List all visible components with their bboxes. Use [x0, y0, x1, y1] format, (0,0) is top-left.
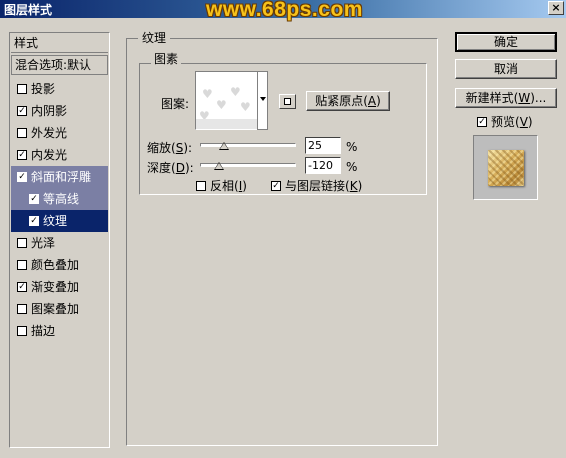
depth-label-text: 深度: [147, 161, 172, 175]
title-bar: 图层样式 www.68ps.com ×: [0, 0, 566, 21]
snap-to-origin-button[interactable]: 贴紧原点(A): [306, 91, 390, 111]
blending-options-item[interactable]: 混合选项:默认: [11, 55, 108, 75]
snap-button-label: 贴紧原点: [315, 94, 364, 108]
new-pattern-preset-button[interactable]: [279, 94, 296, 109]
pattern-picker-dropdown[interactable]: [257, 71, 268, 130]
scale-label-text: 缩放: [147, 141, 172, 155]
scale-percent-sign: %: [346, 140, 358, 154]
styles-list: 样式 混合选项:默认 投影 ✓ 内阴影外发光 ✓ 内发光 ✓ 斜面和浮雕 ✓ 等高线 ✓ 纹理光泽颜…: [9, 32, 110, 448]
chevron-down-icon: [260, 97, 266, 101]
preview-checkbox[interactable]: ✓ 预览(V): [477, 113, 533, 130]
scale-label: 缩放(S):: [147, 141, 193, 155]
style-item-checkbox[interactable]: [17, 237, 27, 248]
style-item-label: 内发光: [31, 148, 68, 162]
style-item-label: 图案叠加: [31, 302, 80, 316]
style-item-label: 纹理: [43, 214, 68, 228]
style-item[interactable]: ✓ 内发光: [11, 144, 108, 166]
heart-pattern-icon: ♥: [216, 98, 227, 112]
heart-pattern-icon: ♥: [240, 100, 251, 114]
preview-checkbox-box[interactable]: ✓: [477, 116, 487, 127]
preview-label: 预览: [491, 115, 516, 129]
pattern-label: 图案:: [161, 97, 190, 111]
depth-label: 深度(D):: [147, 161, 194, 175]
style-item-checkbox[interactable]: [17, 127, 27, 138]
style-item[interactable]: 颜色叠加: [11, 254, 108, 276]
new-page-icon: [284, 98, 291, 105]
window-title: 图层样式: [4, 3, 53, 17]
scale-input[interactable]: 25: [305, 137, 341, 154]
link-key: K: [349, 179, 358, 193]
depth-label-key: D: [175, 161, 185, 175]
style-item[interactable]: ✓ 内阴影: [11, 100, 108, 122]
style-item-label: 描边: [31, 324, 56, 338]
style-item-label: 渐变叠加: [31, 280, 80, 294]
style-item[interactable]: 图案叠加: [11, 298, 108, 320]
pattern-swatch-band: [196, 119, 257, 129]
link-checkbox-box[interactable]: ✓: [271, 180, 281, 191]
style-item-checkbox[interactable]: [17, 259, 27, 270]
invert-checkbox[interactable]: 反相(I): [196, 177, 247, 194]
heart-pattern-icon: ♥: [202, 87, 213, 101]
style-item[interactable]: ✓ 纹理: [11, 210, 108, 232]
style-item-checkbox[interactable]: [17, 325, 27, 336]
depth-percent-sign: %: [346, 160, 358, 174]
style-item-label: 投影: [31, 82, 56, 96]
style-item-label: 等高线: [43, 192, 80, 206]
style-preview: [473, 135, 538, 200]
style-preview-swatch: [488, 150, 524, 186]
scale-slider-thumb[interactable]: [219, 142, 229, 150]
invert-checkbox-box[interactable]: [196, 180, 206, 191]
new-style-button[interactable]: 新建样式(W)...: [455, 88, 557, 108]
ok-button[interactable]: 确定: [455, 32, 557, 52]
style-item-checkbox[interactable]: [17, 83, 27, 94]
snap-button-key: A: [367, 94, 377, 108]
style-item[interactable]: ✓ 等高线: [11, 188, 108, 210]
style-item-label: 斜面和浮雕: [31, 170, 92, 184]
styles-header[interactable]: 样式: [11, 34, 108, 53]
pattern-group-title: 图素: [151, 50, 182, 67]
style-item[interactable]: 光泽: [11, 232, 108, 254]
style-item-label: 内阴影: [31, 104, 68, 118]
texture-group-title: 纹理: [138, 29, 171, 46]
scale-slider-track[interactable]: [200, 143, 296, 147]
watermark-text: www.68ps.com: [206, 0, 363, 21]
style-item[interactable]: 描边: [11, 320, 108, 342]
style-item-label: 外发光: [31, 126, 68, 140]
style-item-checkbox[interactable]: ✓: [17, 149, 27, 160]
new-style-key: W: [518, 91, 531, 105]
style-item-checkbox[interactable]: ✓: [29, 215, 39, 226]
style-item-checkbox[interactable]: [17, 303, 27, 314]
invert-key: I: [238, 179, 243, 193]
style-item-checkbox[interactable]: ✓: [17, 105, 27, 116]
style-item[interactable]: ✓ 渐变叠加: [11, 276, 108, 298]
depth-input[interactable]: -120: [305, 157, 341, 174]
scale-label-key: S: [175, 141, 184, 155]
cancel-button[interactable]: 取消: [455, 59, 557, 79]
invert-label: 反相: [210, 179, 235, 193]
close-button[interactable]: ×: [548, 1, 564, 15]
new-style-label: 新建样式: [465, 91, 514, 105]
style-item[interactable]: 投影: [11, 78, 108, 100]
style-item-label: 光泽: [31, 236, 56, 250]
style-item-checkbox[interactable]: ✓: [17, 171, 27, 182]
style-item[interactable]: ✓ 斜面和浮雕: [11, 166, 108, 188]
style-item-checkbox[interactable]: ✓: [29, 193, 39, 204]
depth-slider-thumb[interactable]: [214, 162, 225, 170]
style-item[interactable]: 外发光: [11, 122, 108, 144]
style-item-checkbox[interactable]: ✓: [17, 281, 27, 292]
preview-key: V: [519, 115, 528, 129]
pattern-swatch[interactable]: ♥ ♥ ♥ ♥ ♥: [195, 71, 258, 130]
style-item-label: 颜色叠加: [31, 258, 80, 272]
heart-pattern-icon: ♥: [230, 85, 241, 99]
link-with-layer-checkbox[interactable]: ✓ 与图层链接(K): [271, 177, 362, 194]
link-label: 与图层链接: [285, 179, 346, 193]
